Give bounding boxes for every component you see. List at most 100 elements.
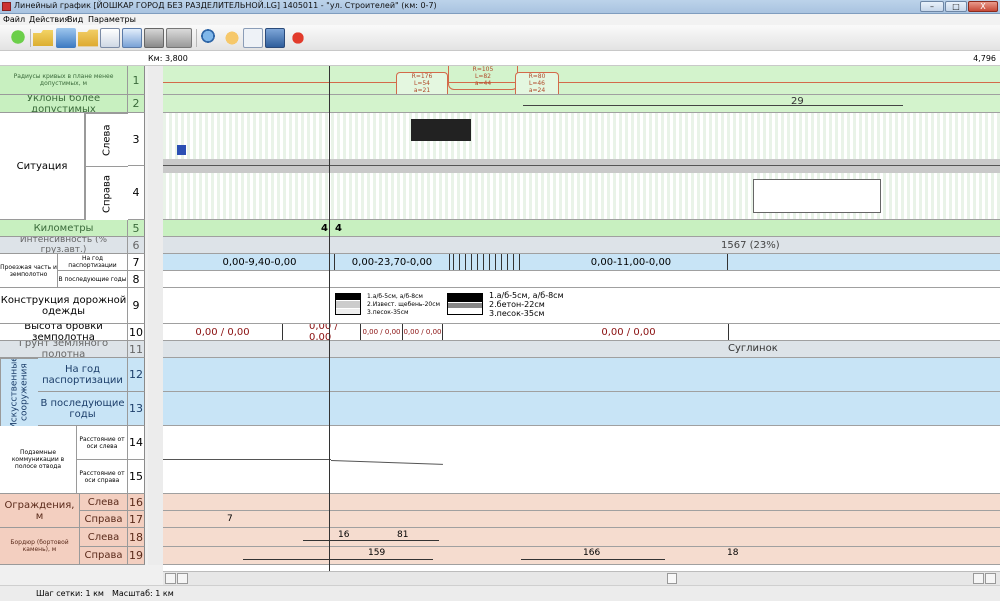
km-mark: 4: [321, 223, 328, 234]
utilities-right-label: Расстояние от оси справа: [77, 460, 128, 494]
row-number: 9: [128, 288, 145, 324]
menu-view[interactable]: Вид: [67, 15, 83, 24]
scroll-thumb[interactable]: [667, 573, 677, 584]
save-icon[interactable]: [56, 28, 76, 48]
minimize-button[interactable]: –: [920, 1, 944, 12]
hand-icon[interactable]: [222, 28, 242, 48]
row-label-embankment: Высота бровки земполотна: [0, 324, 128, 341]
close-button[interactable]: X: [968, 1, 998, 12]
row-number: 18: [128, 528, 145, 547]
menu-params[interactable]: Параметры: [88, 15, 136, 24]
horizontal-scrollbar[interactable]: [163, 571, 1000, 585]
row-label-km: Километры: [0, 220, 128, 237]
row-label-curve-radii: Радиусы кривых в плане менее допустимых,…: [0, 66, 128, 95]
curbs-right-band: 159 166 18: [163, 547, 1000, 565]
menu-file[interactable]: Файл: [3, 15, 25, 24]
title-bar: Линейный график [ЙОШКАР ГОРОД БЕЗ РАЗДЕЛ…: [0, 0, 1000, 14]
print-icon[interactable]: [144, 28, 164, 48]
fence-value: 7: [227, 514, 233, 524]
km-mark: 4: [335, 223, 342, 234]
curve-2: R=105 L=82 a=44: [448, 66, 518, 90]
curb-value: 16: [338, 530, 350, 540]
pavement-band: 1.а/б-5см, а/б-8см 2.Извест. щебень-20см 3…: [163, 288, 1000, 324]
embankment-value: 0,00 / 0,00: [403, 324, 443, 340]
folder-open-icon[interactable]: [33, 30, 53, 46]
km-end: 4,796: [973, 54, 996, 63]
curves-band: R=176 L=54 a=21 R=105 L=82 a=44 R=80 L=46 a=24: [163, 66, 1000, 95]
embankment-value: 0,00 / 0,00: [361, 324, 403, 340]
blank-icon[interactable]: [243, 28, 263, 48]
folder-icon[interactable]: [78, 29, 98, 47]
fences-right-band: 7: [163, 511, 1000, 528]
parking-icon: [177, 145, 186, 155]
row-number: 13: [128, 392, 145, 426]
slopes-band: 29: [163, 95, 1000, 113]
status-grid: Шаг сетки: 1 км: [36, 589, 104, 598]
go-green-icon[interactable]: [8, 28, 28, 48]
soil-band: Суглинок: [163, 341, 1000, 358]
scroll-next-icon[interactable]: [973, 573, 984, 584]
roadway-future-band: [163, 271, 1000, 288]
intensity-value: 1567 (23%): [721, 240, 780, 251]
roadway-segment: 0,00-9,40-0,00: [185, 254, 335, 270]
km-ruler: Км: 3,800 4,796: [0, 51, 1000, 66]
embankment-value: 0,00 / 0,00: [309, 324, 361, 340]
curve-1: R=176 L=54 a=21: [396, 72, 448, 94]
row-number: 10: [128, 324, 145, 341]
report-icon[interactable]: [100, 28, 120, 48]
fences-right-label: Справа: [80, 511, 128, 528]
scroll-first-icon[interactable]: [165, 573, 176, 584]
embankment-value: 0,00 / 0,00: [163, 324, 283, 340]
row-number: 2: [128, 95, 145, 113]
building: [753, 179, 881, 213]
utilities-band: [163, 426, 1000, 494]
situation-right-label: Справа: [85, 166, 128, 220]
fences-group-label: Ограждения, м: [0, 494, 80, 528]
row-number: 6: [128, 237, 145, 254]
maximize-button[interactable]: □: [945, 1, 967, 12]
row-number: 15: [128, 460, 145, 494]
roadway-segment: 0,00-11,00-0,00: [535, 254, 728, 270]
print-preview-icon[interactable]: [122, 28, 142, 48]
settings-icon[interactable]: [265, 28, 285, 48]
menu-actions[interactable]: Действия: [29, 15, 69, 24]
roadway-future-label: В последующие годы: [58, 271, 128, 288]
app-icon: [2, 2, 11, 11]
row-number: 17: [128, 511, 145, 528]
structures-group-label: Искусственные сооружения: [0, 358, 38, 426]
structures-passport-band: [163, 358, 1000, 392]
row-number: 5: [128, 220, 145, 237]
row-label-soil: Грунт земляного полотна: [0, 341, 128, 358]
structures-future-label: В последующие годы: [38, 392, 128, 426]
vertical-scrollbar[interactable]: [148, 66, 163, 571]
curbs-right-label: Справа: [80, 547, 128, 565]
camera-icon[interactable]: [166, 28, 192, 48]
structures-passport-label: На год паспортизации: [38, 358, 128, 392]
toolbar-separator: [30, 29, 31, 47]
pavement-legend: [335, 293, 361, 315]
roadway-passport-band: 0,00-9,40-0,00 0,00-23,70-0,00 0,00-11,0…: [163, 254, 1000, 271]
row-label-intensity: Интенсивность (% груз.авт.): [0, 237, 128, 254]
curb-value: 18: [727, 548, 739, 558]
window-title: Линейный график [ЙОШКАР ГОРОД БЕЗ РАЗДЕЛ…: [14, 1, 437, 10]
status-bar: Шаг сетки: 1 км Масштаб: 1 км: [0, 585, 1000, 601]
row-number: 11: [128, 341, 145, 358]
pavement-b: 1.а/б-5см, а/б-8см 2.бетон-22см 3.песок-35…: [489, 291, 564, 318]
fences-left-band: [163, 494, 1000, 511]
utilities-left-label: Расстояние от оси слева: [77, 426, 128, 460]
curb-value: 81: [397, 530, 409, 540]
search-icon[interactable]: [200, 28, 220, 48]
bug-icon[interactable]: [288, 28, 308, 48]
pavement-legend: [447, 293, 483, 315]
roadway-group-label: Проезжая часть и земполотно: [0, 254, 58, 288]
roadway-passport-label: На год паспортизации: [58, 254, 128, 271]
status-scale: Масштаб: 1 км: [112, 589, 174, 598]
roadway-segment: 0,00-23,70-0,00: [335, 254, 450, 270]
toolbar-separator: [196, 29, 197, 47]
situation-left-label: Слева: [85, 113, 128, 166]
scroll-prev-icon[interactable]: [177, 573, 188, 584]
row-label-slopes: Уклоны более допустимых: [0, 95, 128, 113]
building: [411, 119, 471, 141]
scroll-last-icon[interactable]: [985, 573, 996, 584]
menu-bar: Файл Действия Вид Параметры: [0, 14, 1000, 25]
